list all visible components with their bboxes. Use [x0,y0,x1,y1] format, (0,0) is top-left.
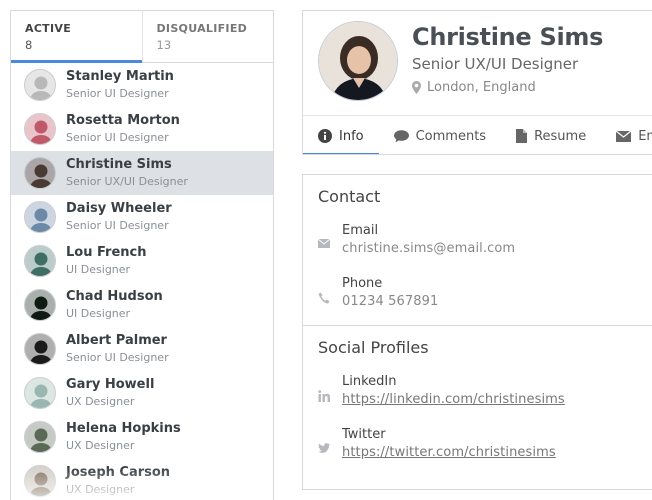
info-icon [318,129,332,143]
profile-header: Christine Sims Senior UX/UI Designer Lon… [302,10,652,155]
avatar [24,377,56,409]
person-title: Senior UI Designer [66,131,169,144]
person-name: Lou French [66,245,147,260]
twitter-icon [318,443,330,453]
list-tabs: ACTIVE 8 DISQUALIFIED 13 [11,11,273,63]
tab-resume[interactable]: Resume [501,116,601,154]
person-title: Senior UX/UI Designer [66,175,188,188]
tab-label: Info [339,128,364,144]
candidate-list-panel: ACTIVE 8 DISQUALIFIED 13 Stanley Martin … [10,10,274,500]
tab-label: ACTIVE [25,22,72,35]
list-item[interactable]: Helena Hopkins UX Designer [11,415,273,459]
location-text: London, England [427,80,536,95]
email-label: Email [342,223,379,238]
avatar [24,245,56,277]
phone-field: Phone 01234 567891 [303,272,652,325]
email-value[interactable]: christine.sims@email.com [342,241,515,256]
email-field: Email christine.sims@email.com [303,219,652,272]
people-list: Stanley Martin Senior UI Designer Rosett… [11,63,273,500]
list-item-selected[interactable]: Christine Sims Senior UX/UI Designer [11,151,273,195]
avatar [24,201,56,233]
person-name: Gary Howell [66,377,155,392]
tab-label: Resume [534,128,587,144]
phone-icon [318,292,330,304]
linkedin-link[interactable]: https://linkedin.com/christinesims [342,392,565,407]
tab-label: Comments [415,128,487,144]
list-item[interactable]: Lou French UI Designer [11,239,273,283]
phone-label: Phone [342,276,383,291]
tab-comments[interactable]: Comments [379,116,501,154]
tab-active[interactable]: ACTIVE 8 [11,11,142,63]
tab-count: 8 [25,38,33,52]
twitter-field: Twitter https://twitter.com/christinesim… [303,423,652,476]
social-section-title: Social Profiles [318,338,429,357]
profile-photo [319,22,397,100]
linkedin-icon [318,390,330,402]
avatar [24,289,56,321]
avatar [24,333,56,365]
person-title: UX Designer [66,395,135,408]
detail-card: Contact Email christine.sims@email.com P… [302,174,652,490]
phone-value[interactable]: 01234 567891 [342,294,438,309]
profile-location: London, England [412,80,536,95]
person-title: Senior UI Designer [66,87,169,100]
list-item[interactable]: Daisy Wheeler Senior UI Designer [11,195,273,239]
tab-count: 13 [156,38,172,52]
list-item[interactable]: Rosetta Morton Senior UI Designer [11,107,273,151]
profile-avatar [318,21,398,101]
avatar [24,69,56,101]
avatar [24,157,56,189]
envelope-icon [318,239,330,248]
person-title: UI Designer [66,307,131,320]
tab-email[interactable]: Em [601,116,652,154]
person-name: Chad Hudson [66,289,163,304]
person-title: Senior UI Designer [66,219,169,232]
file-icon [516,129,528,143]
list-item[interactable]: Stanley Martin Senior UI Designer [11,63,273,107]
person-name: Rosetta Morton [66,113,180,128]
person-title: Senior UI Designer [66,351,169,364]
person-name: Stanley Martin [66,69,174,84]
person-title: UX Designer [66,439,135,452]
list-item[interactable]: Albert Palmer Senior UI Designer [11,327,273,371]
detail-tabs: Info Comments Resume Em [303,115,652,154]
envelope-icon [616,130,632,142]
profile-role: Senior UX/UI Designer [412,55,579,73]
twitter-link[interactable]: https://twitter.com/christinesims [342,445,556,460]
avatar [24,465,56,497]
person-title: UI Designer [66,263,131,276]
tab-label: DISQUALIFIED [156,22,248,35]
person-name: Helena Hopkins [66,421,181,436]
twitter-label: Twitter [342,427,386,442]
linkedin-field: LinkedIn https://linkedin.com/christines… [303,370,652,423]
avatar [24,421,56,453]
person-name: Christine Sims [66,157,172,172]
person-name: Joseph Carson [66,465,171,480]
map-pin-icon [412,81,421,94]
linkedin-label: LinkedIn [342,374,397,389]
avatar [24,113,56,145]
tab-disqualified[interactable]: DISQUALIFIED 13 [141,11,274,62]
profile-name: Christine Sims [412,23,604,51]
list-item[interactable]: Chad Hudson UI Designer [11,283,273,327]
person-name: Daisy Wheeler [66,201,172,216]
contact-section-title: Contact [318,187,381,206]
tab-info[interactable]: Info [303,116,379,154]
person-title: UX Designer [66,483,135,496]
person-name: Albert Palmer [66,333,167,348]
tab-label: Em [638,128,652,144]
list-item[interactable]: Joseph Carson UX Designer [11,459,273,500]
list-item[interactable]: Gary Howell UX Designer [11,371,273,415]
comment-icon [393,129,409,142]
